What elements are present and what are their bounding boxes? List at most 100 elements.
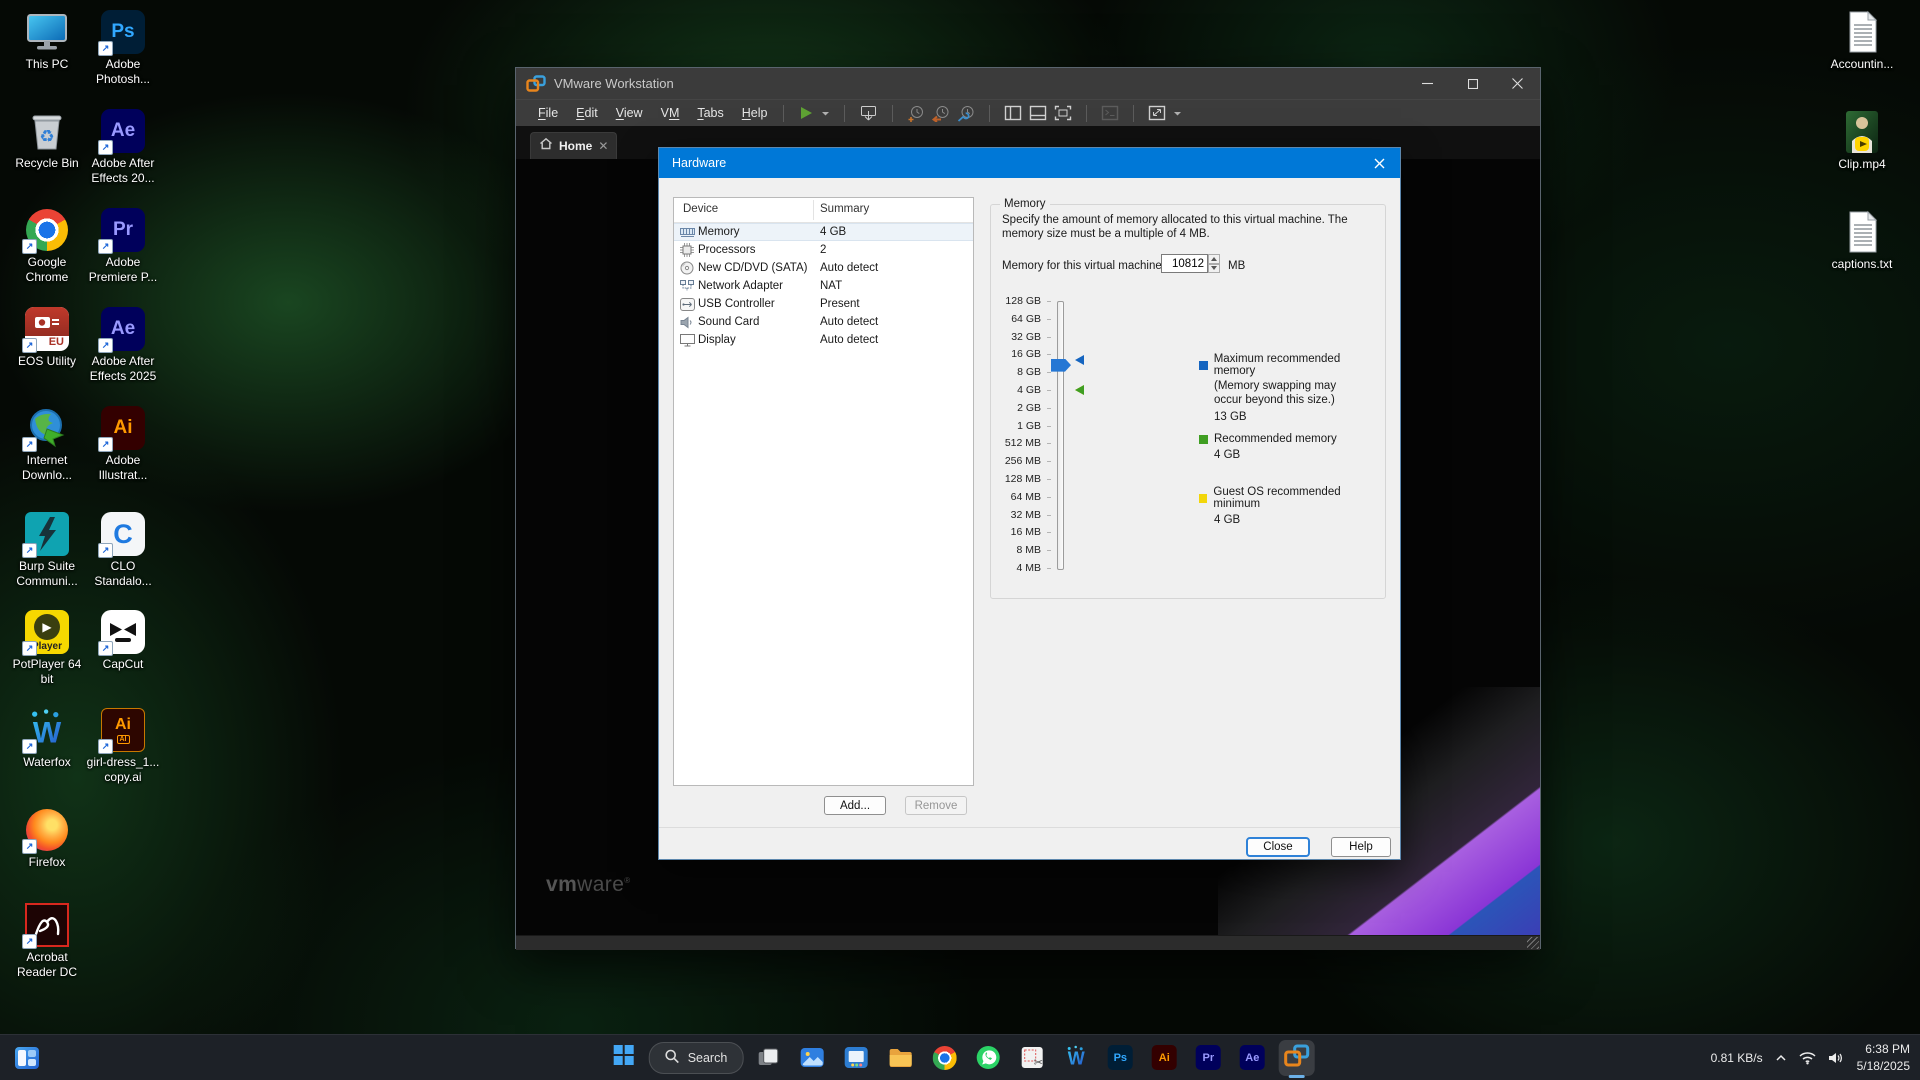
memory-value-input[interactable] <box>1161 254 1208 273</box>
desktop-icon-eos-utility[interactable]: EU↗EOS Utility <box>8 307 86 369</box>
desktop-icon-burp-suite[interactable]: ↗Burp Suite Communi... <box>8 512 86 588</box>
console-view-icon[interactable] <box>1098 105 1122 121</box>
add-button[interactable]: Add... <box>824 796 886 815</box>
spinner-down-button[interactable] <box>1208 264 1220 274</box>
taskbar-app-vmware[interactable] <box>1274 1036 1318 1080</box>
snapshot-take-icon[interactable] <box>904 105 928 122</box>
desktop-icon-adobe-after-effects-20[interactable]: Ae↗Adobe After Effects 20... <box>84 109 162 185</box>
desktop-icon-acrobat-reader[interactable]: ↗Acrobat Reader DC <box>8 903 86 979</box>
taskbar-app-photoshop[interactable]: Ps <box>1098 1036 1142 1080</box>
legend-value: 4 GB <box>1214 449 1379 461</box>
desktop-icon-girl-dress-ai[interactable]: AiAI↗girl-dress_1... copy.ai <box>84 708 162 784</box>
taskbar-app-chrome[interactable] <box>922 1036 966 1080</box>
scale-tick <box>1047 390 1051 391</box>
taskbar-app-file-explorer[interactable] <box>878 1036 922 1080</box>
caret-down-icon[interactable] <box>818 105 833 121</box>
desktop-icon-firefox[interactable]: ↗Firefox <box>8 808 86 870</box>
toolbar-group <box>997 103 1079 123</box>
desktop-icon-clip-mp4[interactable]: Clip.mp4 <box>1823 110 1901 172</box>
caret-down-icon[interactable] <box>1170 105 1185 121</box>
resize-grip[interactable] <box>1527 937 1539 949</box>
taskbar-app-photos[interactable] <box>790 1036 834 1080</box>
menu-vm[interactable]: VM <box>652 106 689 120</box>
desktop-icon-clo-standalone[interactable]: C↗CLO Standalo... <box>84 512 162 588</box>
toolbar-group <box>900 103 982 124</box>
desktop-icon-adobe-photoshop[interactable]: Ps↗Adobe Photosh... <box>84 10 162 86</box>
menu-view[interactable]: View <box>607 106 652 120</box>
memory-icon <box>680 226 698 239</box>
dialog-titlebar[interactable]: Hardware <box>659 148 1400 178</box>
desktop-icon-google-chrome[interactable]: ↗Google Chrome <box>8 208 86 284</box>
search-icon <box>665 1049 680 1067</box>
taskbar-app-premiere[interactable]: Pr <box>1186 1036 1230 1080</box>
taskbar-center: Search ✂WPsAiPrAe <box>602 1035 1319 1080</box>
clock[interactable]: 6:38 PM 5/18/2025 <box>1857 1041 1910 1073</box>
fullscreen-icon[interactable] <box>1051 105 1075 121</box>
desktop-icon-label: Adobe Premiere P... <box>84 255 162 284</box>
desktop-icon-adobe-illustrator[interactable]: Ai↗Adobe Illustrat... <box>84 406 162 482</box>
device-name: Display <box>698 334 736 346</box>
device-row-network-adapter[interactable]: Network AdapterNAT <box>674 277 973 295</box>
wifi-icon[interactable] <box>1799 1051 1816 1065</box>
desktop-icon-adobe-after-effects-2025[interactable]: Ae↗Adobe After Effects 2025 <box>84 307 162 383</box>
toolbar-separator <box>1133 105 1134 122</box>
device-row-sound-card[interactable]: Sound CardAuto detect <box>674 313 973 331</box>
library-panel-icon[interactable] <box>1001 105 1025 121</box>
widgets-icon[interactable] <box>14 1045 40 1071</box>
maximize-button[interactable] <box>1450 68 1495 99</box>
device-row-usb-controller[interactable]: USB ControllerPresent <box>674 295 973 313</box>
desktop-icon-accounting-doc[interactable]: Accountin... <box>1823 10 1901 72</box>
help-button[interactable]: Help <box>1331 837 1391 857</box>
stretch-guest-icon[interactable] <box>1145 105 1169 121</box>
memory-slider-track[interactable] <box>1057 301 1064 570</box>
close-dialog-button[interactable]: Close <box>1246 837 1310 857</box>
desktop-icon-internet-download-manager[interactable]: ↗Internet Downlo... <box>8 406 86 482</box>
desktop-icon-label: Adobe Photosh... <box>84 57 162 86</box>
device-row-processors[interactable]: Processors2 <box>674 241 973 259</box>
device-row-display[interactable]: DisplayAuto detect <box>674 331 973 349</box>
menu-help[interactable]: Help <box>733 106 777 120</box>
close-button[interactable] <box>1495 68 1540 99</box>
taskbar-app-screenshot-tool[interactable] <box>834 1036 878 1080</box>
taskbar-app-waterfox[interactable]: W <box>1054 1036 1098 1080</box>
svg-text:♻: ♻ <box>39 127 54 146</box>
window-titlebar[interactable]: VMware Workstation <box>516 68 1540 99</box>
desktop-icon-recycle-bin[interactable]: ♻Recycle Bin <box>8 109 86 171</box>
snapshot-manage-icon[interactable] <box>954 105 978 122</box>
taskbar-app-illustrator[interactable]: Ai <box>1142 1036 1186 1080</box>
start-vm-icon[interactable] <box>795 105 817 121</box>
shortcut-arrow-icon: ↗ <box>98 543 113 558</box>
tab-home[interactable]: Home ✕ <box>530 132 617 159</box>
speaker-icon[interactable] <box>1828 1051 1845 1065</box>
desktop-icon-adobe-premiere[interactable]: Pr↗Adobe Premiere P... <box>84 208 162 284</box>
search-box[interactable]: Search <box>649 1042 744 1074</box>
thumbnail-bar-icon[interactable] <box>1026 105 1050 121</box>
device-row-new-cd-dvd-sata-[interactable]: New CD/DVD (SATA)Auto detect <box>674 259 973 277</box>
desktop-icon-capcut[interactable]: ↗CapCut <box>84 610 162 672</box>
dialog-close-icon[interactable] <box>1358 148 1400 178</box>
menu-tabs[interactable]: Tabs <box>688 106 732 120</box>
device-row-memory[interactable]: Memory4 GB <box>674 223 973 241</box>
taskbar-app-stacked-windows[interactable] <box>746 1036 790 1080</box>
desktop-icon-captions-txt[interactable]: captions.txt <box>1823 210 1901 272</box>
desktop-icon-waterfox[interactable]: W↗Waterfox <box>8 708 86 770</box>
menu-file[interactable]: File <box>529 106 567 120</box>
taskbar-app-snipping-tool[interactable]: ✂ <box>1010 1036 1054 1080</box>
minimize-button[interactable] <box>1405 68 1450 99</box>
desktop-icon-this-pc[interactable]: This PC <box>8 10 86 72</box>
tray-chevron-up-icon[interactable] <box>1775 1054 1787 1062</box>
taskbar-app-after-effects[interactable]: Ae <box>1230 1036 1274 1080</box>
taskbar-app-whatsapp[interactable] <box>966 1036 1010 1080</box>
sendkeys-icon[interactable] <box>856 105 881 122</box>
toolbar-group <box>791 103 837 123</box>
menu-edit[interactable]: Edit <box>567 106 607 120</box>
potplayer-icon: ▶Player↗ <box>25 610 69 654</box>
network-icon <box>680 279 698 293</box>
remove-button[interactable]: Remove <box>905 796 967 815</box>
snapshot-revert-icon[interactable] <box>929 105 953 122</box>
shortcut-arrow-icon: ↗ <box>22 543 37 558</box>
start-button[interactable] <box>602 1036 646 1080</box>
tab-close-icon[interactable]: ✕ <box>598 140 608 152</box>
desktop-icon-potplayer[interactable]: ▶Player↗PotPlayer 64 bit <box>8 610 86 686</box>
spinner-up-button[interactable] <box>1208 254 1220 264</box>
